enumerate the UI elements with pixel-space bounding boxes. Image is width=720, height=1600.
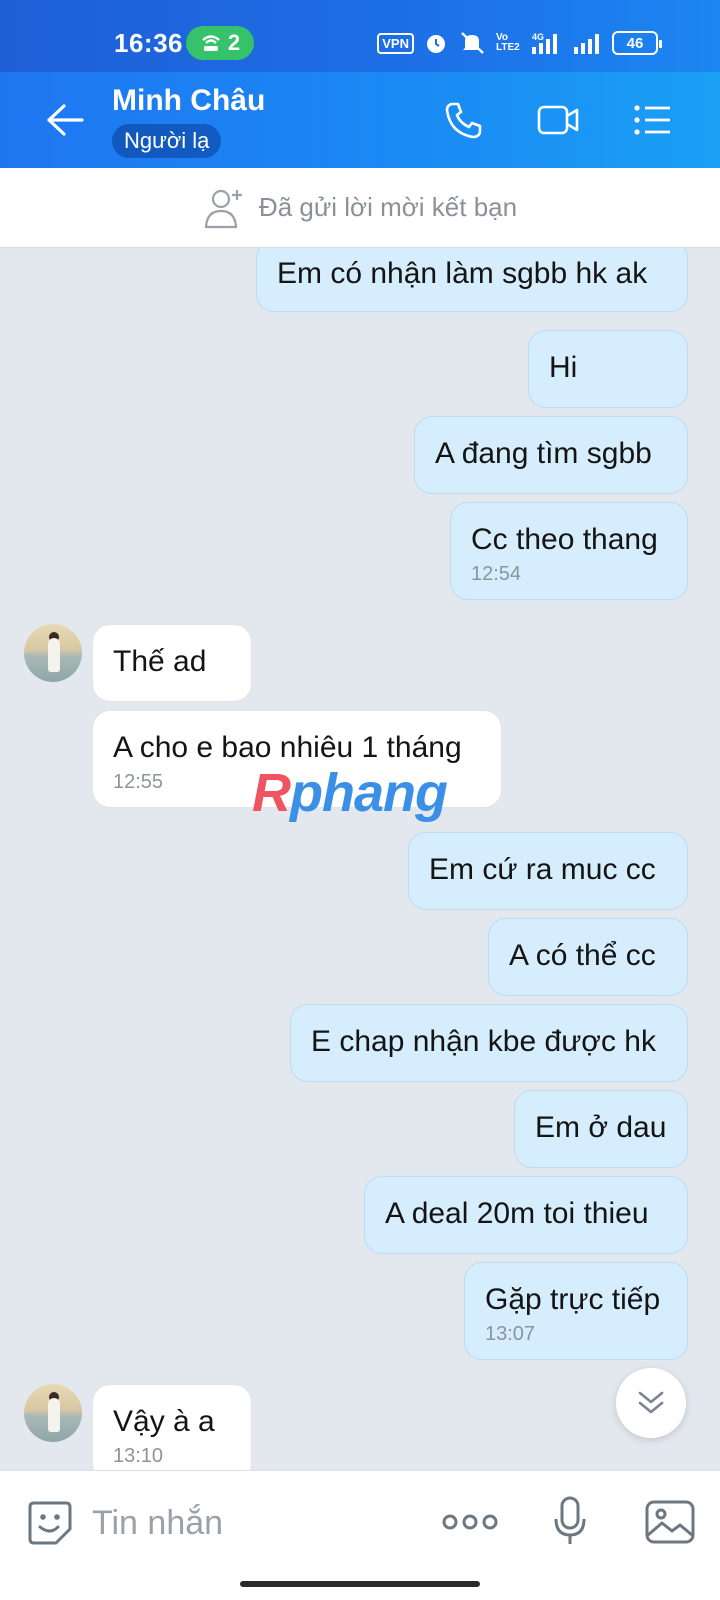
list-menu-icon[interactable] — [630, 98, 674, 142]
back-arrow-icon[interactable] — [44, 102, 84, 138]
message-text: Hi — [549, 351, 578, 384]
contact-avatar[interactable] — [24, 1384, 82, 1442]
image-gallery-icon[interactable] — [644, 1499, 696, 1545]
message-bubble-outgoing[interactable]: Em có nhận làm sgbb hk ak — [256, 248, 688, 312]
message-input-bar — [0, 1470, 720, 1600]
signal-4g-icon: 4G — [532, 32, 557, 54]
message-bubble-outgoing[interactable]: E chap nhận kbe được hk — [290, 1004, 688, 1082]
hotspot-icon — [202, 35, 220, 51]
message-text: Gặp trực tiếp — [485, 1283, 661, 1316]
message-time: 12:54 — [471, 563, 522, 585]
message-time: 13:10 — [113, 1445, 164, 1467]
message-text: A deal 20m toi thieu — [385, 1197, 649, 1230]
message-bubble-outgoing[interactable]: Em cứ ra muc cc — [408, 832, 688, 910]
network-type: 4G — [532, 32, 544, 42]
message-input[interactable] — [92, 1493, 412, 1553]
message-time: 13:07 — [485, 1323, 536, 1345]
more-dots-icon[interactable] — [442, 1507, 498, 1537]
message-text: A cho e bao nhiêu 1 tháng — [113, 731, 462, 764]
home-indicator[interactable] — [240, 1581, 480, 1587]
chevron-double-down-icon — [638, 1391, 664, 1414]
message-bubble-outgoing[interactable]: A deal 20m toi thieu — [364, 1176, 688, 1254]
message-bubble-outgoing[interactable]: Gặp trực tiếp 13:07 — [464, 1262, 688, 1360]
message-text: A đang tìm sgbb — [435, 437, 652, 470]
message-bubble-outgoing[interactable]: Cc theo thang 12:54 — [450, 502, 688, 600]
battery-icon: 46 — [612, 31, 662, 55]
message-text: Vậy à a — [113, 1405, 215, 1438]
microphone-icon[interactable] — [552, 1495, 588, 1547]
message-bubble-incoming[interactable]: Vậy à a 13:10 — [92, 1384, 252, 1470]
status-time: 16:36 — [114, 28, 183, 58]
mute-icon — [461, 32, 484, 54]
watermark-logo: Rphang — [252, 762, 448, 824]
contact-avatar[interactable] — [24, 624, 82, 682]
message-text: Em cứ ra muc cc — [429, 853, 656, 886]
message-text: E chap nhận kbe được hk — [311, 1025, 656, 1058]
scroll-to-bottom-button[interactable] — [616, 1368, 686, 1438]
message-text: Cc theo thang — [471, 523, 658, 556]
message-text: A có thể cc — [509, 939, 656, 972]
contact-name[interactable]: Minh Châu — [112, 84, 265, 118]
video-camera-icon[interactable] — [536, 98, 580, 142]
friend-request-bar: Đã gửi lời mời kết bạn — [0, 168, 720, 248]
message-text: Em ở dau — [535, 1111, 667, 1144]
message-text: Em có nhận làm sgbb hk ak — [277, 257, 648, 290]
stranger-badge: Người lạ — [112, 124, 222, 158]
vpn-icon: VPN — [377, 32, 414, 54]
chat-header: Minh Châu Người lạ — [0, 72, 720, 168]
status-icons: VPN Vo LTE2 4G 46 — [377, 30, 662, 56]
friend-request-text: Đã gửi lời mời kết bạn — [258, 192, 518, 222]
message-bubble-outgoing[interactable]: A có thể cc — [488, 918, 688, 996]
message-bubble-outgoing[interactable]: Em ở dau — [514, 1090, 688, 1168]
watermark-part-1: R — [252, 763, 291, 823]
sticker-emoji-icon[interactable] — [26, 1499, 74, 1547]
message-bubble-outgoing[interactable]: Hi — [528, 330, 688, 408]
status-bar: 16:36 2 VPN Vo LTE2 4G 46 — [0, 0, 720, 72]
hotspot-badge: 2 — [186, 26, 254, 60]
add-friend-icon — [204, 189, 242, 228]
phone-icon[interactable] — [442, 98, 486, 142]
hotspot-count: 2 — [227, 30, 241, 55]
message-bubble-outgoing[interactable]: A đang tìm sgbb — [414, 416, 688, 494]
message-text: Thế ad — [113, 645, 207, 678]
message-bubble-incoming[interactable]: Thế ad — [92, 624, 252, 702]
message-list[interactable]: Em có nhận làm sgbb hk ak Hi A đang tìm … — [0, 248, 720, 1470]
signal-icon — [574, 34, 599, 54]
alarm-icon — [427, 35, 445, 53]
volte-icon: Vo LTE2 — [496, 32, 520, 53]
watermark-part-2: phang — [290, 763, 448, 823]
